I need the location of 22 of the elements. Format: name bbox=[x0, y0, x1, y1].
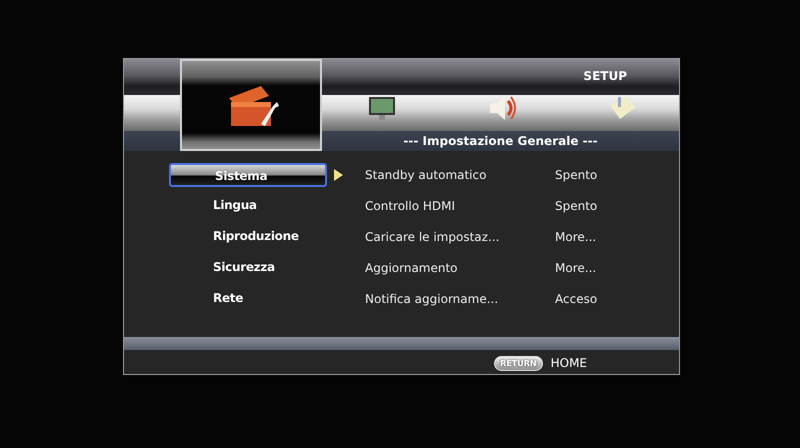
category-item[interactable]: Sicurezza bbox=[169, 256, 327, 280]
setting-value: More... bbox=[555, 260, 596, 274]
arrow-right-icon bbox=[334, 168, 343, 180]
menu-title: SETUP bbox=[583, 69, 627, 83]
category-item[interactable]: Lingua bbox=[169, 194, 327, 218]
monitor-icon bbox=[367, 94, 397, 122]
home-label: HOME bbox=[550, 356, 587, 370]
setting-value: Spento bbox=[555, 198, 598, 212]
setting-name[interactable]: Notifica aggiorname... bbox=[365, 292, 555, 306]
setting-value: More... bbox=[555, 230, 596, 244]
setting-name[interactable]: Caricare le impostaz... bbox=[365, 230, 555, 244]
return-key-label: RETURN bbox=[494, 356, 543, 370]
setting-value: Acceso bbox=[555, 292, 598, 306]
category-item[interactable]: Sistema bbox=[169, 162, 327, 186]
section-title: --- Impostazione Generale --- bbox=[403, 133, 598, 150]
menu-tab[interactable] bbox=[180, 59, 322, 151]
setting-name[interactable]: Controllo HDMI bbox=[365, 198, 555, 212]
setting-value: Spento bbox=[555, 168, 598, 182]
category-item[interactable]: Riproduzione bbox=[169, 224, 327, 248]
setting-name[interactable]: Standby automatico bbox=[365, 168, 555, 182]
setting-name[interactable]: Aggiornamento bbox=[365, 260, 555, 274]
category-item[interactable]: Rete bbox=[169, 286, 327, 310]
